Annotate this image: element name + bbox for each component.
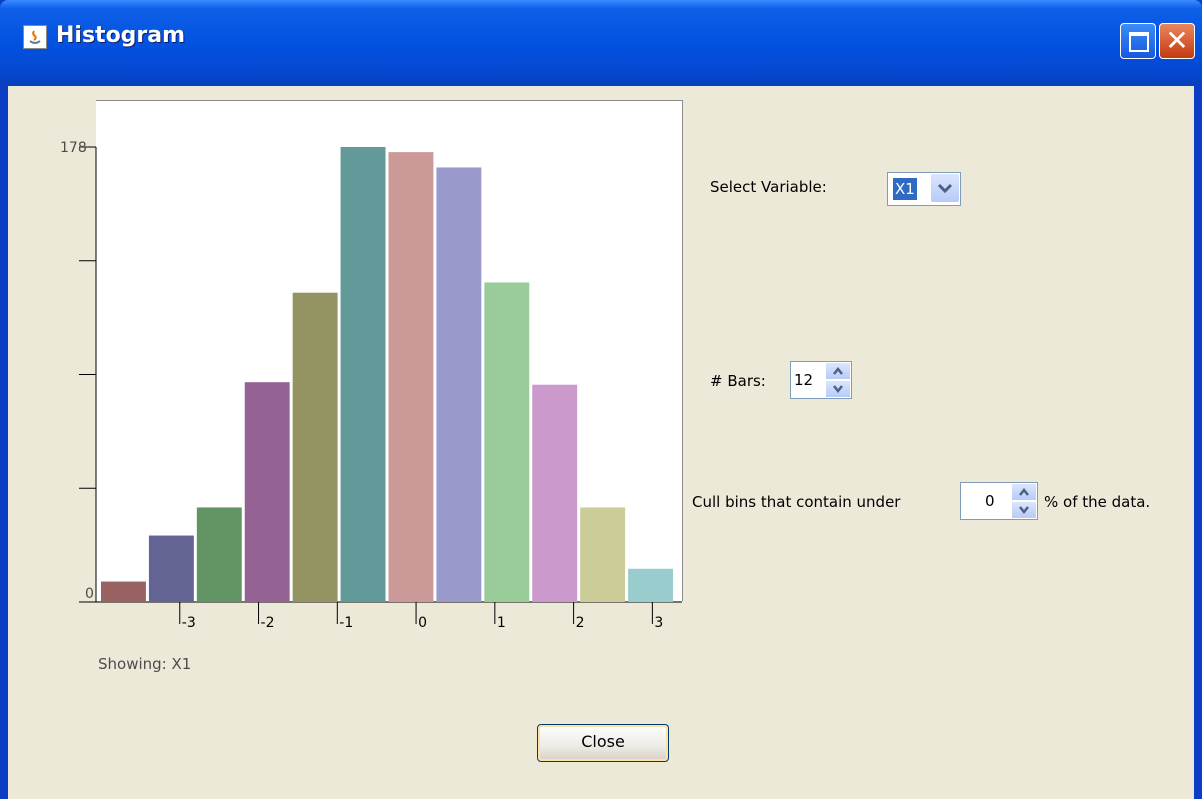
cull-value[interactable]: 0 bbox=[985, 483, 995, 519]
title-bar[interactable]: Histogram ✕ bbox=[0, 0, 1202, 86]
bars-spinner-up-icon[interactable] bbox=[826, 363, 850, 379]
maximize-icon bbox=[1129, 32, 1149, 52]
cull-spinner[interactable]: 0 bbox=[960, 482, 1038, 520]
variable-combobox[interactable]: X1 bbox=[887, 172, 961, 206]
cull-spinner-down-icon[interactable] bbox=[1012, 502, 1036, 518]
close-icon: ✕ bbox=[1165, 24, 1189, 57]
bars-value[interactable]: 12 bbox=[794, 362, 813, 398]
maximize-button[interactable] bbox=[1120, 23, 1156, 59]
bars-label: # Bars: bbox=[710, 372, 766, 390]
bars-spinner[interactable]: 12 bbox=[790, 361, 852, 399]
close-button[interactable]: Close bbox=[537, 724, 669, 762]
cull-label: Cull bins that contain under bbox=[692, 493, 901, 511]
showing-label: Showing: X1 bbox=[98, 655, 192, 673]
cull-suffix-label: % of the data. bbox=[1044, 493, 1151, 511]
cull-spinner-up-icon[interactable] bbox=[1012, 484, 1036, 500]
histogram-plot-area bbox=[96, 100, 683, 601]
close-window-button[interactable]: ✕ bbox=[1159, 23, 1195, 59]
window-title: Histogram bbox=[56, 23, 186, 48]
select-variable-label: Select Variable: bbox=[710, 178, 827, 196]
variable-selected-value: X1 bbox=[893, 178, 917, 200]
chevron-down-icon[interactable] bbox=[931, 174, 959, 202]
histogram-window: Histogram ✕ 178 0 -3 -2 -1 0 1 2 3 Showing: X1 S… bbox=[0, 0, 1202, 799]
bars-spinner-down-icon[interactable] bbox=[826, 381, 850, 397]
java-app-icon bbox=[23, 25, 47, 49]
